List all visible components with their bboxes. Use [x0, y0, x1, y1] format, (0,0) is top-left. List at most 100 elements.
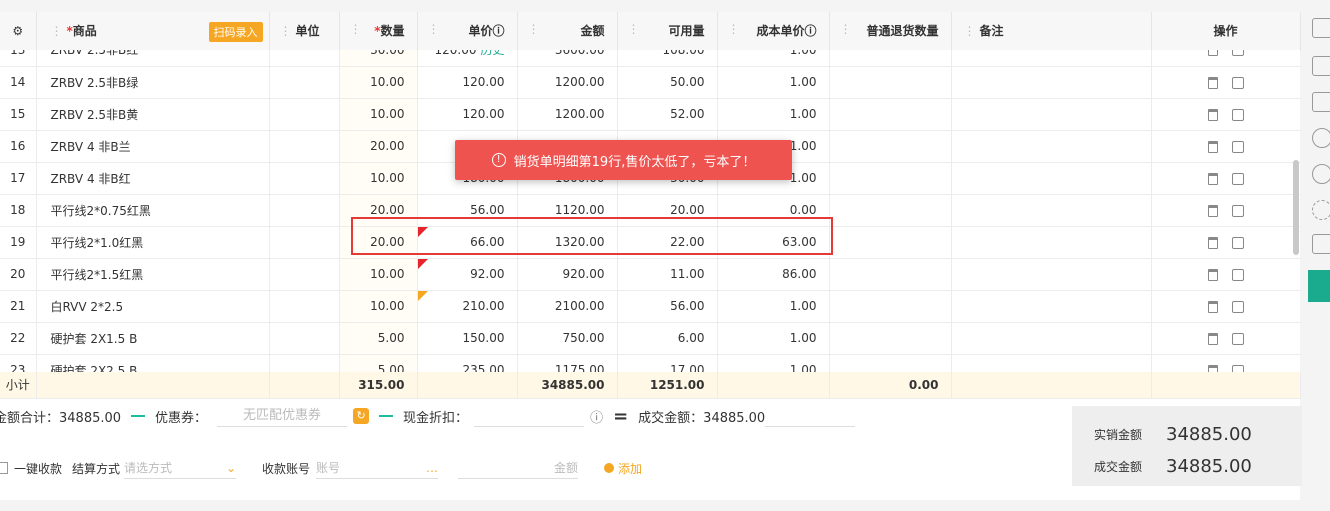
product-name[interactable]: 平行线2*1.5红黑 [36, 258, 270, 291]
unit-cell[interactable] [269, 130, 340, 163]
copy-icon[interactable] [1231, 236, 1244, 249]
amount-cell[interactable]: 750.00 [517, 322, 618, 355]
copy-icon[interactable] [1231, 108, 1244, 121]
pay-amount-input[interactable]: 金额 [458, 457, 579, 479]
qty-cell[interactable]: 20.00 [339, 194, 418, 227]
price-history-link[interactable]: 历史 [480, 50, 504, 57]
return-qty-cell[interactable] [829, 226, 952, 259]
product-name[interactable]: 平行线2*1.0红黑 [36, 226, 270, 259]
unit-cell[interactable] [269, 290, 340, 323]
sidebar-tool-icon[interactable] [1312, 18, 1330, 38]
sidebar-tool-icon[interactable] [1312, 128, 1330, 148]
trash-icon[interactable] [1207, 236, 1218, 249]
qty-cell[interactable]: 10.00 [339, 290, 418, 323]
amount-cell[interactable]: 3600.00 [517, 50, 618, 67]
table-row[interactable]: 23 硬护套 2X2.5 B 5.00 235.00 1175.00 17.00 1.00 [0, 354, 1300, 372]
sidebar-tool-icon[interactable] [1312, 56, 1330, 76]
trash-icon[interactable] [1207, 108, 1218, 121]
price-cell[interactable]: 120.00 [417, 98, 518, 131]
link-icon[interactable] [1312, 200, 1330, 220]
gear-icon[interactable]: ⚙ [12, 24, 23, 38]
product-name[interactable]: 平行线2*0.75红黑 [36, 194, 270, 227]
trash-icon[interactable] [1207, 204, 1218, 217]
return-qty-cell[interactable] [829, 98, 952, 131]
unit-cell[interactable] [269, 322, 340, 355]
trash-icon[interactable] [1207, 300, 1218, 313]
table-scrollbar[interactable] [1293, 160, 1299, 255]
unit-cell[interactable] [269, 50, 340, 67]
product-name[interactable]: ZRBV 2.5非B黄 [36, 98, 270, 131]
help-icon[interactable]: ⓘ [492, 24, 504, 38]
price-cell[interactable]: 56.00 [417, 194, 518, 227]
scan-entry-button[interactable]: 扫码录入 [208, 22, 263, 42]
return-qty-cell[interactable] [829, 258, 952, 291]
sidebar-active-tool[interactable] [1308, 270, 1330, 302]
cash-discount-input[interactable] [474, 405, 585, 427]
unit-cell[interactable] [269, 354, 340, 372]
copy-icon[interactable] [1231, 364, 1244, 372]
unit-cell[interactable] [269, 226, 340, 259]
table-row[interactable]: 22 硬护套 2X1.5 B 5.00 150.00 750.00 6.00 1.00 [0, 322, 1300, 355]
copy-icon[interactable] [1231, 50, 1244, 57]
copy-icon[interactable] [1231, 204, 1244, 217]
copy-icon[interactable] [1231, 76, 1244, 89]
qty-cell[interactable]: 10.00 [339, 98, 418, 131]
copy-icon[interactable] [1231, 268, 1244, 281]
sidebar-tool-icon[interactable] [1312, 92, 1330, 112]
product-name[interactable]: 硬护套 2X2.5 B [36, 354, 270, 372]
return-qty-cell[interactable] [829, 50, 952, 67]
product-name[interactable]: 硬护套 2X1.5 B [36, 322, 270, 355]
unit-cell[interactable] [269, 66, 340, 99]
note-cell[interactable] [951, 322, 1152, 355]
return-qty-cell[interactable] [829, 354, 952, 372]
unit-cell[interactable] [269, 194, 340, 227]
price-cell[interactable]: 66.00 [417, 226, 518, 259]
add-payment-button[interactable]: 添加 [618, 460, 642, 477]
amount-cell[interactable]: 1200.00 [517, 98, 618, 131]
settings-header[interactable]: ⚙ [0, 12, 37, 51]
qty-cell[interactable]: 5.00 [339, 354, 418, 372]
return-qty-cell[interactable] [829, 66, 952, 99]
copy-icon[interactable] [1231, 172, 1244, 185]
return-qty-cell[interactable] [829, 322, 952, 355]
chat-icon[interactable] [1312, 234, 1330, 254]
unit-cell[interactable] [269, 98, 340, 131]
table-row[interactable]: 19 平行线2*1.0红黑 20.00 66.00 1320.00 22.00 63.00 [0, 226, 1300, 259]
product-name[interactable]: ZRBV 2.5非B红 [36, 50, 270, 67]
note-cell[interactable] [951, 226, 1152, 259]
price-cell[interactable]: 150.00 [417, 322, 518, 355]
qty-cell[interactable]: 5.00 [339, 322, 418, 355]
coupon-refresh-icon[interactable]: ↻ [353, 408, 370, 424]
note-cell[interactable] [951, 258, 1152, 291]
product-name[interactable]: ZRBV 4 非B兰 [36, 130, 270, 163]
return-qty-cell[interactable] [829, 194, 952, 227]
help-icon[interactable]: ⓘ [804, 24, 816, 38]
table-row[interactable]: 21 白RVV 2*2.5 10.00 210.00 2100.00 56.00 1.00 [0, 290, 1300, 323]
product-name[interactable]: ZRBV 2.5非B绿 [36, 66, 270, 99]
amount-cell[interactable]: 920.00 [517, 258, 618, 291]
note-cell[interactable] [951, 50, 1152, 67]
note-cell[interactable] [951, 290, 1152, 323]
add-icon[interactable] [604, 463, 615, 473]
unit-cell[interactable] [269, 258, 340, 291]
note-cell[interactable] [951, 130, 1152, 163]
price-cell[interactable]: 120.00 [417, 66, 518, 99]
note-cell[interactable] [951, 162, 1152, 195]
trash-icon[interactable] [1207, 268, 1218, 281]
settle-method-select[interactable]: 请选方式 ⌄ [124, 457, 237, 479]
return-qty-cell[interactable] [829, 290, 952, 323]
note-cell[interactable] [951, 98, 1152, 131]
qty-cell[interactable]: 30.00 [339, 50, 418, 67]
sidebar-tool-icon[interactable] [1312, 164, 1330, 184]
amount-cell[interactable]: 1175.00 [517, 354, 618, 372]
amount-cell[interactable]: 1320.00 [517, 226, 618, 259]
note-cell[interactable] [951, 194, 1152, 227]
note-cell[interactable] [951, 354, 1152, 372]
qty-cell[interactable]: 10.00 [339, 66, 418, 99]
price-cell[interactable]: 92.00 [417, 258, 518, 291]
product-name[interactable]: ZRBV 4 非B红 [36, 162, 270, 195]
return-qty-cell[interactable] [829, 162, 952, 195]
table-row[interactable]: 20 平行线2*1.5红黑 10.00 92.00 920.00 11.00 86.00 [0, 258, 1300, 291]
one-key-checkbox[interactable] [0, 462, 8, 474]
amount-cell[interactable]: 2100.00 [517, 290, 618, 323]
